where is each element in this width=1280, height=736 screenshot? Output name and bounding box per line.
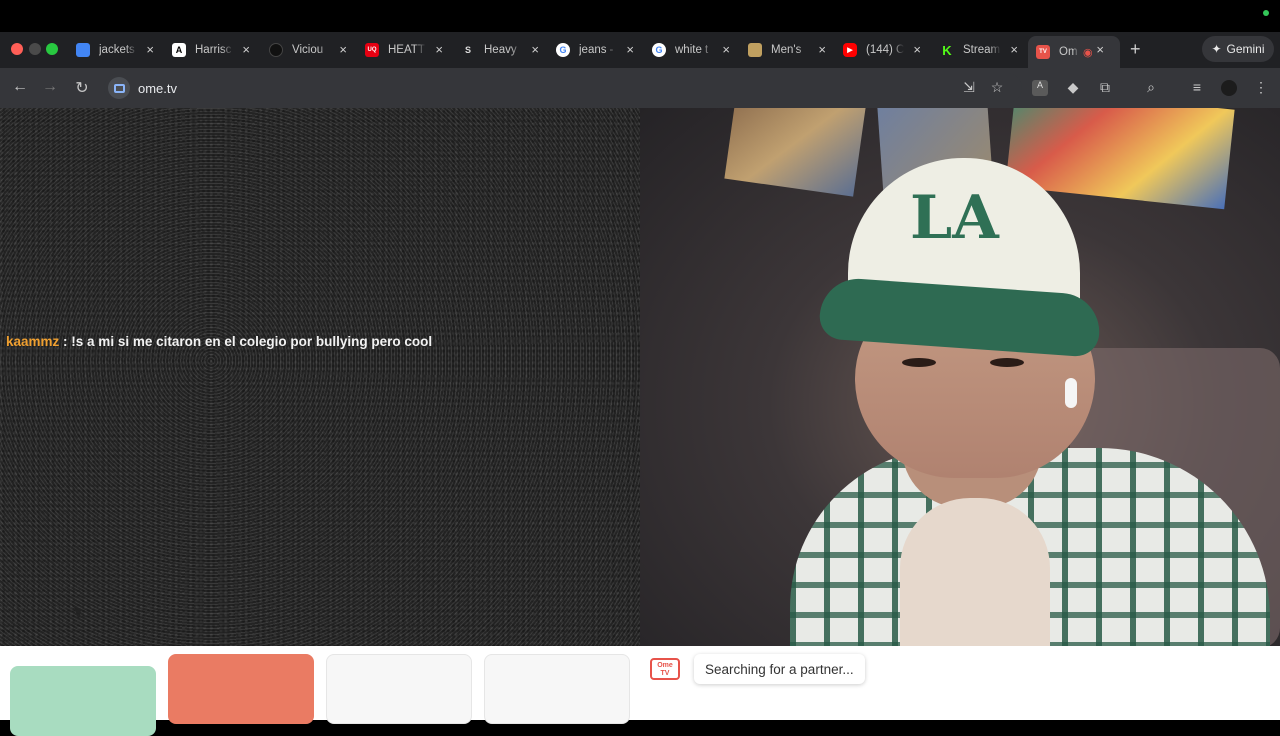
browser-tab[interactable]: A Harrisc × (164, 36, 258, 64)
earbud (1065, 378, 1077, 408)
browser-tab[interactable]: Men's × (740, 36, 834, 64)
tab-close-icon[interactable]: × (146, 42, 154, 57)
profile-avatar[interactable] (1221, 80, 1237, 96)
google-favicon-icon: G (652, 43, 666, 57)
browser-tab[interactable]: Viciou × (261, 36, 355, 64)
reload-icon[interactable]: ↻ (72, 78, 92, 98)
browser-toolbar: ← → ↻ ome.tv ⇲ ☆ A ◆ ⧉ ⌕ ≡ ⋮ (0, 68, 1280, 108)
ometv-favicon-icon: TV (1036, 45, 1050, 59)
tab-close-icon[interactable]: × (531, 42, 539, 57)
gender-button[interactable] (484, 654, 630, 724)
browser-tab[interactable]: K Stream × (932, 36, 1026, 64)
country-button[interactable] (326, 654, 472, 724)
tab-close-icon[interactable]: × (818, 42, 826, 57)
url-text[interactable]: ome.tv (138, 81, 177, 96)
browser-tab[interactable]: UQ HEATT × (357, 36, 451, 64)
recording-icon: ◉ (1083, 46, 1093, 59)
browser-tab[interactable]: jackets × (68, 36, 162, 64)
extension-diamond-icon[interactable]: ◆ (1064, 79, 1082, 96)
back-arrow-icon[interactable]: ← (10, 78, 30, 96)
install-app-icon[interactable]: ⇲ (960, 79, 978, 96)
wall-poster (724, 108, 866, 197)
stranger-video-static: kaammz : !s a mi si me citaron en el col… (0, 108, 640, 646)
dark-circle-favicon-icon (269, 43, 283, 57)
page-content: kaammz : !s a mi si me citaron en el col… (0, 108, 1280, 736)
chat-message: kaammz : !s a mi si me citaron en el col… (6, 334, 432, 349)
a-favicon-icon: A (172, 43, 186, 57)
tab-title: HEATT (388, 44, 425, 56)
tab-title: (144) C (866, 44, 904, 56)
forward-arrow-icon[interactable]: → (40, 78, 60, 96)
stop-button[interactable] (168, 654, 314, 724)
start-button[interactable] (10, 666, 156, 736)
recording-indicator-icon (1263, 10, 1269, 16)
browser-tab[interactable]: ▶ (144) C × (835, 36, 929, 64)
tab-title: jackets (99, 44, 135, 56)
tab-close-icon[interactable]: × (339, 42, 347, 57)
tab-title: jeans - (579, 44, 614, 56)
menu-bar-strip (0, 0, 1280, 32)
google-favicon-icon: G (556, 43, 570, 57)
status-message: Searching for a partner... (694, 654, 865, 684)
undershirt (900, 498, 1050, 646)
tab-title: Stream (963, 44, 1001, 56)
more-menu-icon[interactable]: ⋮ (1252, 79, 1270, 96)
tab-title: Viciou (292, 44, 324, 56)
tab-close-icon[interactable]: × (913, 42, 921, 57)
reading-list-icon[interactable]: ≡ (1188, 79, 1206, 95)
window-maximize-button[interactable] (46, 43, 58, 55)
ometv-logo: Ome TV (650, 658, 680, 680)
tab-close-icon[interactable]: × (242, 42, 250, 57)
tab-close-icon[interactable]: × (1096, 42, 1104, 57)
chat-separator: : (59, 334, 72, 349)
s-favicon-icon: S (464, 45, 471, 55)
chat-panel: Ome TV Searching for a partner... (640, 646, 1280, 720)
uniqlo-favicon-icon: UQ (365, 43, 379, 57)
tab-close-icon[interactable]: × (435, 42, 443, 57)
store-favicon-icon (748, 43, 762, 57)
bookmark-star-icon[interactable]: ☆ (988, 79, 1006, 96)
search-tabs-icon[interactable]: ⌕ (1142, 79, 1160, 96)
extension-translate-icon[interactable]: A (1032, 80, 1048, 96)
tab-bar: jackets × A Harrisc × Viciou × UQ HEATT … (0, 32, 1280, 68)
tab-title: Men's (771, 44, 802, 56)
new-tab-button[interactable]: + (1130, 39, 1141, 60)
tab-close-icon[interactable]: × (626, 42, 634, 57)
eye (990, 358, 1024, 367)
eye (902, 358, 936, 367)
gemini-button[interactable]: ✦ Gemini (1202, 36, 1274, 62)
tab-title: Om (1059, 46, 1078, 58)
kick-favicon-icon: K (942, 42, 952, 58)
browser-tab[interactable]: G white t × (644, 36, 738, 64)
browser-tab[interactable]: G jeans - × (548, 36, 642, 64)
browser-tab[interactable]: S Heavy × (453, 36, 547, 64)
chat-username: kaammz (6, 334, 60, 349)
tab-title: white t (675, 44, 709, 56)
extensions-puzzle-icon[interactable]: ⧉ (1096, 79, 1114, 96)
chat-message-text: !s a mi si me citaron en el colegio por … (71, 334, 433, 349)
tab-title: Heavy (484, 44, 517, 56)
control-buttons (0, 646, 640, 736)
camera-site-icon[interactable] (108, 77, 130, 99)
sparkle-icon: ✦ (1211, 42, 1222, 56)
address-bar[interactable]: ome.tv (104, 73, 1022, 103)
browser-tab-active[interactable]: TV Om ◉ × (1028, 36, 1120, 68)
window-minimize-button[interactable] (29, 43, 41, 55)
youtube-favicon-icon: ▶ (843, 43, 857, 57)
tab-title: Harrisc (195, 44, 232, 56)
cap-logo: LA (910, 183, 999, 253)
window-close-button[interactable] (11, 43, 23, 55)
tab-close-icon[interactable]: × (722, 42, 730, 57)
gemini-label: Gemini (1226, 42, 1265, 56)
shopping-favicon-icon (76, 43, 90, 57)
tab-close-icon[interactable]: × (1010, 42, 1018, 57)
self-camera-video: LA (640, 108, 1280, 646)
